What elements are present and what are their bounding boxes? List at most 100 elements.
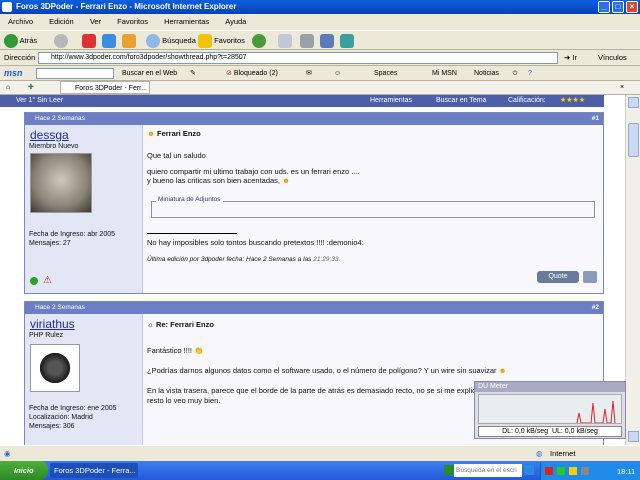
tray-icon[interactable]: [557, 467, 565, 475]
edit-button[interactable]: [320, 31, 334, 51]
post-number[interactable]: #1: [592, 113, 599, 125]
search-thread-menu[interactable]: Buscar en Tema: [436, 95, 486, 107]
username-link[interactable]: dessga: [30, 128, 69, 142]
search-button[interactable]: Búsqueda: [146, 31, 196, 51]
messenger-button[interactable]: [340, 31, 354, 51]
help-icon[interactable]: ?: [528, 66, 532, 81]
close-button[interactable]: ×: [626, 1, 638, 13]
menu-bar: Archivo Edición Ver Favoritos Herramient…: [0, 14, 640, 30]
user-rank: PHP Rulez: [29, 332, 64, 339]
start-label: Inicio: [14, 466, 34, 475]
star-icon: [198, 34, 212, 49]
search-go-icon[interactable]: [524, 465, 534, 475]
report-icon[interactable]: ⚠: [43, 275, 52, 286]
menu-ver[interactable]: Ver: [90, 17, 101, 26]
edit-note: Última edición por 3dpoder fecha: Hace 2…: [147, 256, 312, 263]
online-status-icon: [30, 277, 38, 285]
signature-divider: [147, 233, 237, 234]
print-icon: [300, 34, 314, 49]
menu-herramientas[interactable]: Herramientas: [164, 17, 209, 26]
desktop-search-input[interactable]: Búsqueda en el escri: [454, 464, 522, 477]
news-button[interactable]: Noticias: [474, 66, 499, 81]
rating-stars: ★★★★: [560, 97, 586, 104]
task-ie-window[interactable]: Foros 3DPoder - Ferra...: [50, 463, 138, 478]
refresh-button[interactable]: [102, 31, 116, 51]
popup-blocker-button[interactable]: ⊘ Bloqueado (2): [226, 66, 278, 81]
post-1-header: Hace 2 Semanas #1: [25, 113, 603, 125]
tray-icon[interactable]: [581, 467, 589, 475]
tray-icon[interactable]: [569, 467, 577, 475]
menu-favoritos[interactable]: Favoritos: [117, 17, 148, 26]
view-unread-link[interactable]: Ver 1° Sin Leer: [16, 95, 63, 107]
mail-msn-icon[interactable]: ✉: [306, 66, 312, 81]
multiquote-icon[interactable]: [583, 271, 597, 283]
minimize-button[interactable]: _: [598, 1, 610, 13]
signature-text: No hay imposibles solo tontos buscando p…: [147, 238, 364, 247]
tools-menu[interactable]: Herramientas: [370, 95, 412, 107]
home-tab-icon[interactable]: ⌂: [6, 81, 10, 95]
tab-label: Foros 3DPoder - Ferr...: [75, 85, 147, 92]
go-button[interactable]: ➜ Ir: [564, 50, 577, 66]
msn-search-input[interactable]: [36, 68, 114, 79]
msn-logo: msn: [4, 68, 23, 78]
history-button[interactable]: [252, 31, 266, 51]
search-web-button[interactable]: Buscar en el Web: [122, 66, 177, 81]
spaces-button[interactable]: Spaces: [374, 66, 397, 81]
scroll-down-button[interactable]: [628, 431, 639, 442]
menu-edicion[interactable]: Edición: [49, 17, 74, 26]
highlight-icon[interactable]: ✎: [190, 66, 196, 81]
forward-button[interactable]: [54, 31, 68, 51]
stop-button[interactable]: [82, 31, 96, 51]
maximize-button[interactable]: □: [612, 1, 624, 13]
new-tab-icon[interactable]: ✚: [28, 81, 34, 95]
post-line: resto lo veo muy bien.: [147, 396, 221, 405]
post-1-userinfo: dessga Miembro Nuevo Fecha de Ingreso: a…: [25, 125, 143, 293]
star-msn-icon[interactable]: ✩: [512, 66, 518, 81]
attachments-label: Miniatura de Adjuntos: [156, 196, 223, 203]
scroll-thumb[interactable]: [628, 123, 639, 157]
download-rate: DL: 0,0 kB/seg: [502, 428, 549, 435]
start-button[interactable]: Inicio: [0, 461, 48, 480]
smile-icon: ☻: [147, 129, 155, 138]
tray-icon[interactable]: [545, 467, 553, 475]
quote-label: Quote: [548, 273, 568, 280]
post-number[interactable]: #2: [592, 302, 599, 314]
grin-icon: ☻: [282, 176, 290, 185]
mail-button[interactable]: [278, 31, 292, 51]
reply-icon: ☼: [147, 320, 154, 329]
menu-archivo[interactable]: Archivo: [8, 17, 33, 26]
stop-icon: [82, 34, 96, 49]
tab-foros-3dpoder[interactable]: Foros 3DPoder - Ferr...: [60, 81, 150, 94]
favorites-button[interactable]: Favoritos: [198, 31, 245, 51]
forward-arrow-icon: [54, 34, 68, 49]
print-button[interactable]: [300, 31, 314, 51]
window-title: Foros 3DPoder - Ferrari Enzo - Microsoft…: [16, 2, 237, 11]
menu-ayuda[interactable]: Ayuda: [225, 17, 246, 26]
blocked-icon: ⊘: [226, 70, 232, 77]
status-bar: ◉ ◍ Internet: [0, 445, 640, 461]
home-icon: [122, 34, 136, 49]
post-2-userinfo: viriathus PHP Rulez Fecha de Ingreso: en…: [25, 314, 143, 445]
system-tray: 18:11: [540, 463, 640, 480]
messenger-msn-icon[interactable]: ☺: [334, 66, 341, 81]
username-link[interactable]: viriathus: [30, 317, 75, 331]
taskbar: Inicio Foros 3DPoder - Ferra... Búsqueda…: [0, 461, 640, 480]
page-status-icon: ◉: [4, 449, 11, 458]
post-1-body: ☻ Ferrari Enzo Que tal un saludo quiero …: [143, 125, 603, 293]
edit-time: 21:29:33.: [313, 256, 341, 263]
quote-button[interactable]: Quote: [537, 271, 579, 283]
links-label[interactable]: Vínculos: [598, 50, 627, 66]
scroll-up-button[interactable]: [628, 97, 639, 108]
language-icon[interactable]: [444, 465, 454, 475]
vertical-scrollbar[interactable]: [625, 95, 640, 445]
home-button[interactable]: [122, 31, 136, 51]
du-meter-window[interactable]: DU Meter DL: 0,0 kB/seg UL: 0,0 kB/seg: [474, 381, 626, 439]
address-input[interactable]: http://www.3dpoder.com/foro3dpoder/showt…: [38, 52, 558, 64]
back-label: Atrás: [19, 36, 38, 45]
du-meter-readout: DL: 0,0 kB/seg UL: 0,0 kB/seg: [478, 426, 622, 437]
my-msn-button[interactable]: Mi MSN: [432, 66, 457, 81]
close-tab-icon[interactable]: ×: [620, 81, 624, 95]
user-messages: Mensajes: 27: [29, 240, 71, 247]
back-button[interactable]: Atrás: [4, 31, 37, 51]
avatar-camera: [30, 344, 80, 392]
